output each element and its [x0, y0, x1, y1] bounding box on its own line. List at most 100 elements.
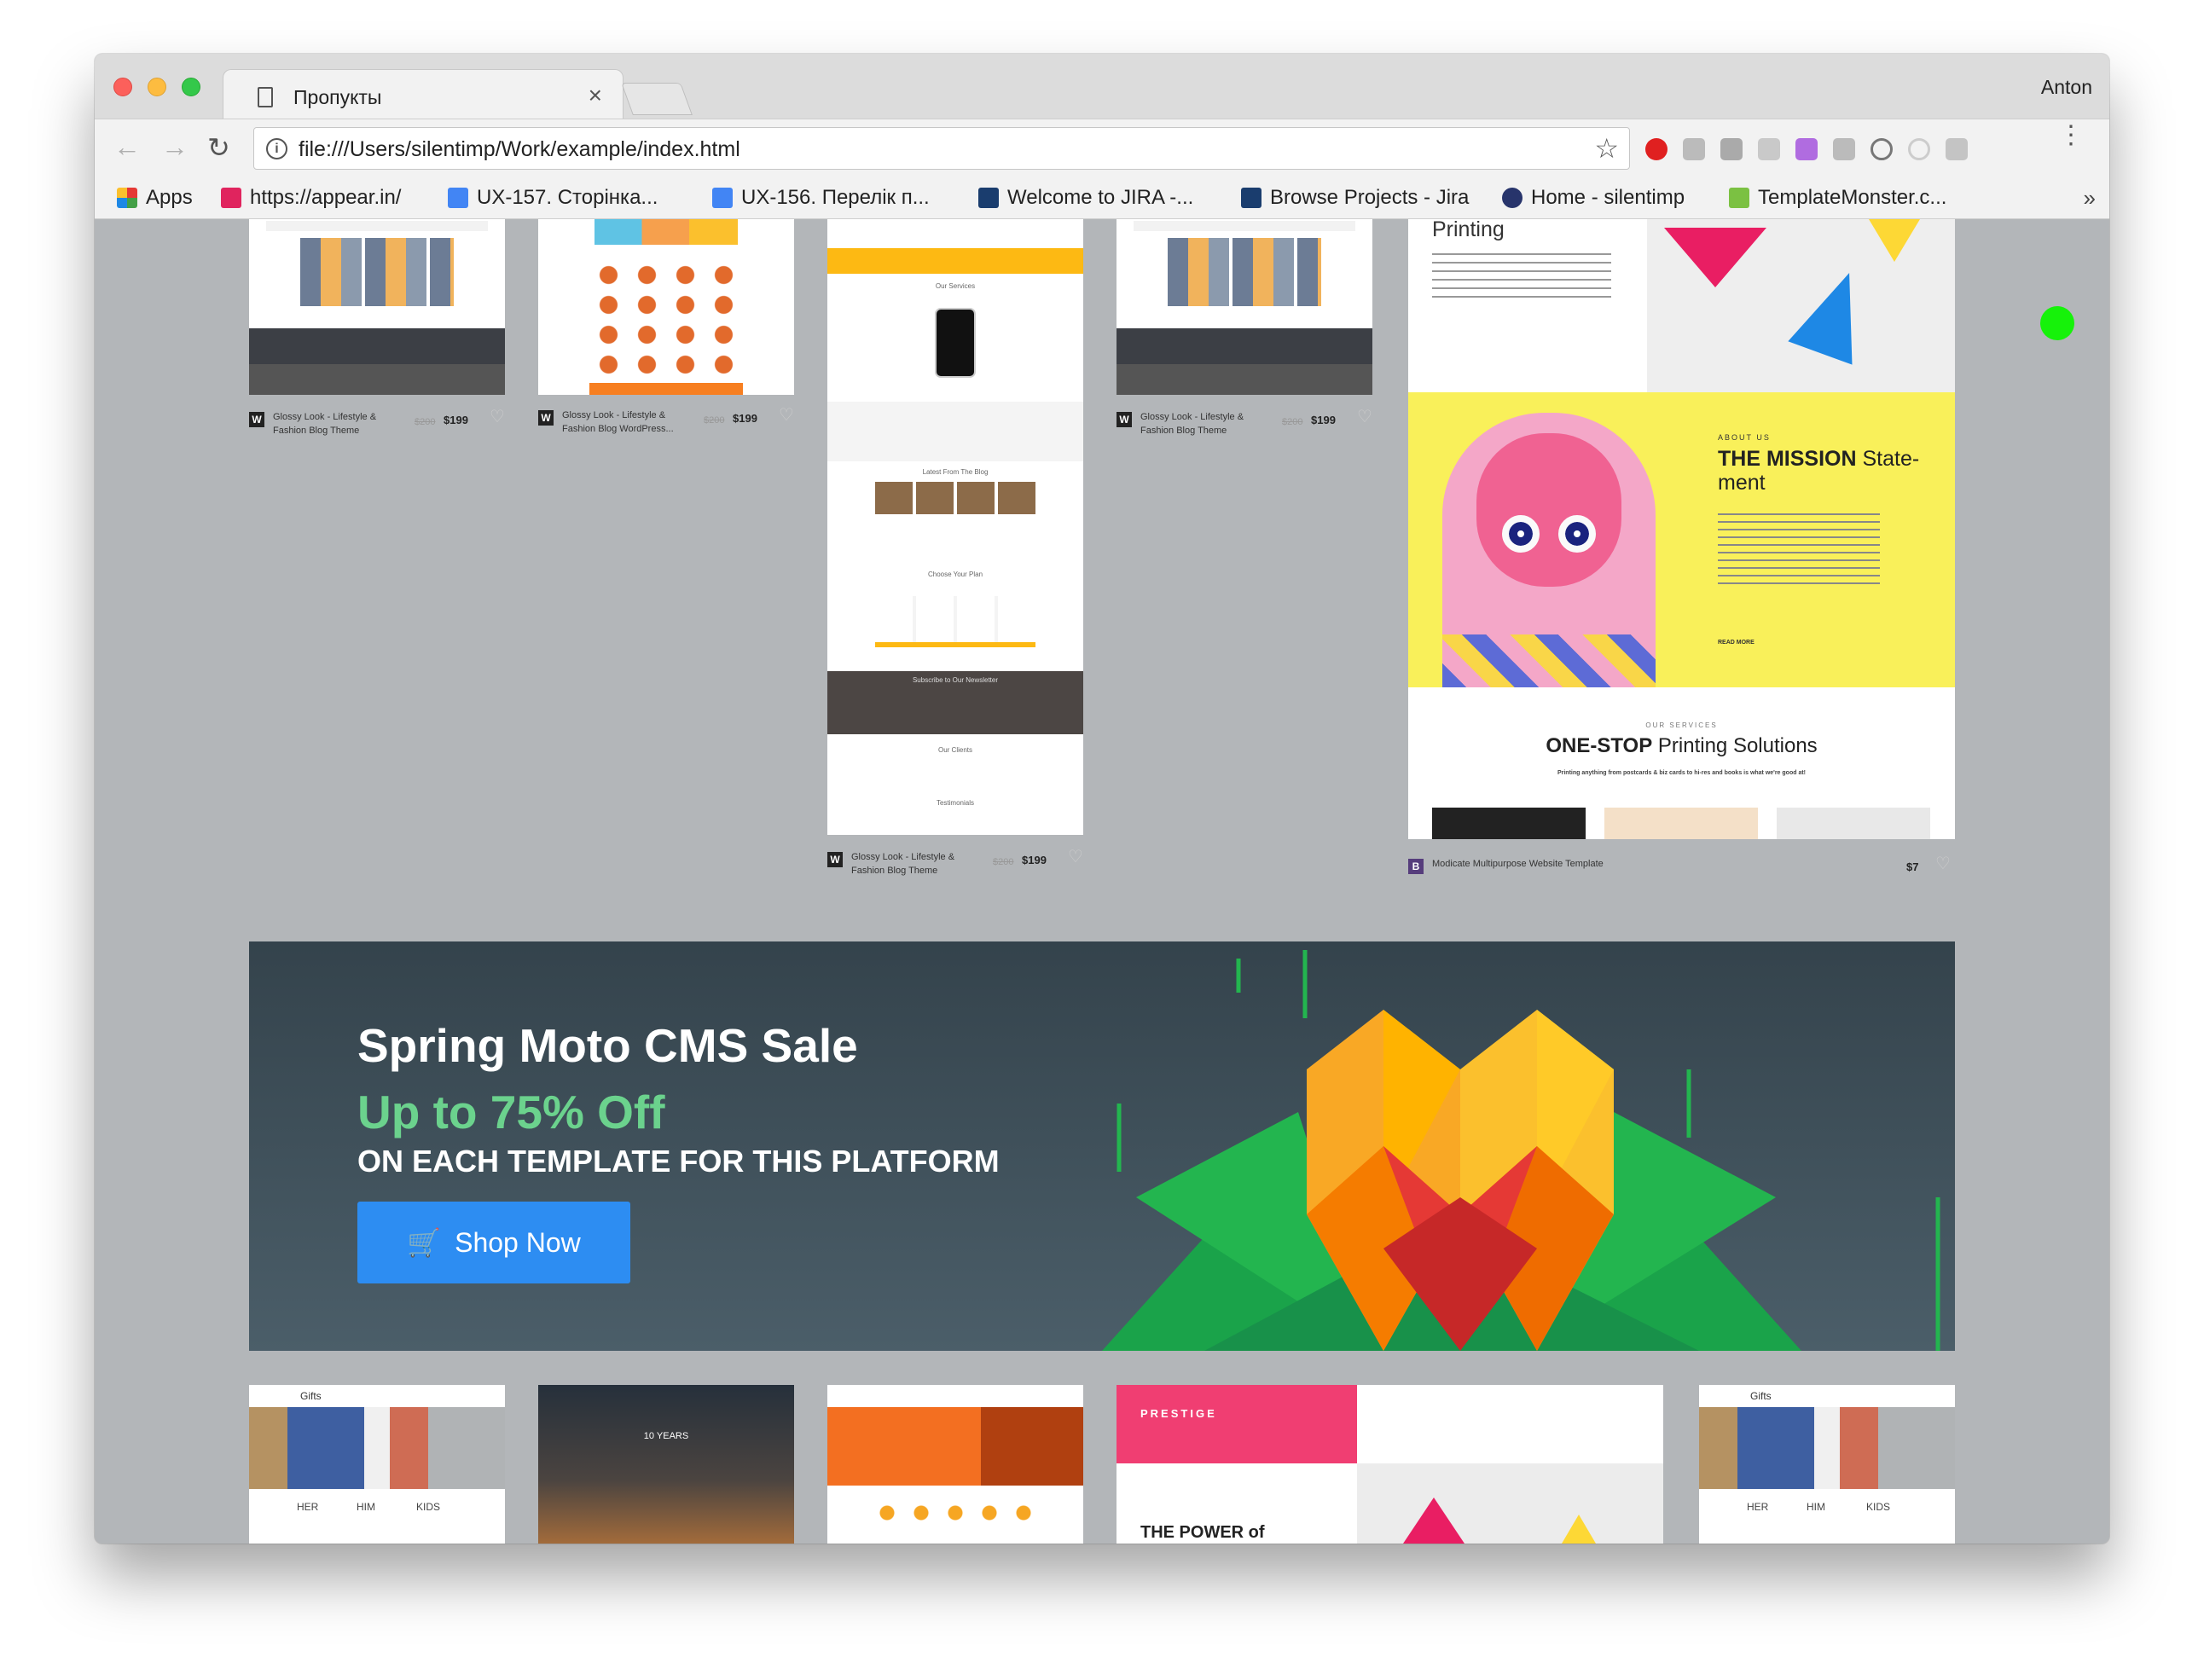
featured-template-preview[interactable]: Printing ABOUT US THE MISSION State-ment… — [1408, 219, 1955, 839]
product-name[interactable]: Glossy Look - Lifestyle & Fashion Blog T… — [273, 410, 392, 437]
new-tab-button[interactable] — [621, 83, 693, 115]
mission-section: ABOUT US THE MISSION State-ment READ MOR… — [1408, 392, 1955, 687]
info-icon[interactable]: i — [266, 138, 287, 159]
template-thumbnail[interactable] — [827, 1385, 1083, 1544]
tab-title: Пропукты — [293, 86, 382, 108]
product-name[interactable]: Glossy Look - Lifestyle & Fashion Blog T… — [851, 850, 971, 878]
font-extension-icon[interactable] — [1758, 138, 1780, 160]
bootstrap-logo-icon: B — [1408, 859, 1424, 874]
templatemonster-icon — [1729, 188, 1749, 208]
gift-category-kids: KIDS — [1866, 1501, 1891, 1513]
thumbnail-section-title: Testimonials — [936, 799, 974, 807]
more-bookmarks-icon[interactable]: » — [2084, 185, 2096, 211]
wordpress-logo-icon: W — [249, 412, 264, 427]
extension-icon[interactable] — [1683, 138, 1705, 160]
bookmark-ux-156[interactable]: UX-156. Перелік п... — [712, 185, 930, 211]
back-icon[interactable]: ← — [113, 131, 141, 163]
template-thumbnail[interactable] — [1116, 219, 1372, 395]
bookmark-star-icon[interactable]: ☆ — [1594, 132, 1619, 165]
banner-subtitle: ON EACH TEMPLATE FOR THIS PLATFORM — [357, 1144, 1000, 1179]
template-thumbnail-tall[interactable]: Our Services Latest From The Blog Choose… — [827, 219, 1083, 835]
forward-icon[interactable]: → — [161, 131, 188, 163]
thumbnail-pricing-table — [875, 596, 1035, 647]
color-extension-icon[interactable] — [1795, 138, 1818, 160]
react-devtools-icon[interactable] — [1870, 138, 1893, 160]
power-heading: THE POWER of — [1140, 1523, 1265, 1542]
toolbar: ← → ↻ i file:///Users/silentimp/Work/exa… — [95, 119, 2109, 175]
product-meta: W Glossy Look - Lifestyle & Fashion Blog… — [538, 407, 794, 437]
bookmark-templatemonster[interactable]: TemplateMonster.c... — [1729, 185, 1946, 211]
product-name[interactable]: Glossy Look - Lifestyle & Fashion Blog W… — [562, 408, 682, 436]
home-icon — [1502, 188, 1522, 208]
bookmark-ux-157[interactable]: UX-157. Сторінка... — [448, 185, 658, 211]
dropbox-extension-icon[interactable] — [1720, 138, 1743, 160]
status-dot — [2040, 306, 2074, 340]
heart-icon[interactable]: ♡ — [779, 407, 794, 424]
minimize-window-button[interactable] — [148, 78, 166, 96]
page-icon — [258, 87, 273, 107]
url-text[interactable]: file:///Users/silentimp/Work/example/ind… — [299, 137, 740, 162]
adblock-extension-icon[interactable] — [1645, 138, 1668, 160]
browser-window: Пропукты × Anton ← → ↻ i file:///Users/s… — [95, 54, 2109, 1544]
product-price: $199 — [1022, 854, 1047, 866]
heart-icon[interactable]: ♡ — [1068, 849, 1083, 866]
shop-now-button[interactable]: 🛒 Shop Now — [357, 1202, 630, 1283]
old-price: $200 — [415, 417, 436, 427]
template-thumbnail[interactable]: Gifts HER HIM KIDS — [249, 1385, 505, 1544]
thumbnail-grid-image — [300, 238, 454, 306]
template-thumbnail[interactable]: PRESTIGE THE POWER of — [1116, 1385, 1663, 1544]
product-price: $199 — [1311, 414, 1336, 426]
bookmark-apps[interactable]: Apps — [117, 185, 193, 211]
wordpress-logo-icon: W — [827, 852, 843, 867]
address-bar[interactable]: i file:///Users/silentimp/Work/example/i… — [253, 127, 1630, 170]
screen-extension-icon[interactable] — [1833, 138, 1855, 160]
product-meta: B Modicate Multipurpose Website Template… — [1408, 855, 1955, 878]
product-name[interactable]: Modicate Multipurpose Website Template — [1432, 857, 1688, 871]
browser-menu-icon[interactable]: ⋮ — [2058, 123, 2084, 148]
bookmark-jira-welcome[interactable]: Welcome to JIRA -... — [978, 185, 1193, 211]
heart-icon[interactable]: ♡ — [1357, 408, 1372, 426]
template-thumbnail[interactable] — [538, 219, 794, 395]
template-thumbnail[interactable] — [249, 219, 505, 395]
browser-tab[interactable]: Пропукты × — [223, 69, 624, 120]
thumbnail-banner-image — [249, 328, 505, 364]
thumbnail-hero-image — [249, 1407, 505, 1489]
thumbnail-section-title: Choose Your Plan — [927, 571, 983, 578]
close-tab-icon[interactable]: × — [589, 82, 602, 109]
heart-icon[interactable]: ♡ — [1935, 855, 1951, 872]
bookmark-home-silentimp[interactable]: Home - silentimp — [1502, 185, 1685, 211]
pocket-extension-icon[interactable] — [1946, 138, 1968, 160]
bookmark-appear-in[interactable]: https://appear.in/ — [221, 185, 401, 211]
service-image-3 — [1777, 808, 1930, 839]
apps-grid-icon — [117, 188, 137, 208]
onestop-heading: ONE-STOP Printing Solutions — [1546, 734, 1818, 757]
close-window-button[interactable] — [113, 78, 132, 96]
product-name[interactable]: Glossy Look - Lifestyle & Fashion Blog T… — [1140, 410, 1260, 437]
thumbnail-footer — [1116, 364, 1372, 395]
google-docs-icon — [712, 188, 733, 208]
bookmark-jira-projects[interactable]: Browse Projects - Jira — [1241, 185, 1469, 211]
mission-body-text — [1718, 513, 1880, 590]
heart-icon[interactable]: ♡ — [490, 408, 505, 426]
prestige-logo: PRESTIGE — [1140, 1407, 1217, 1420]
banner-title: Spring Moto CMS Sale — [357, 1019, 858, 1072]
profile-name[interactable]: Anton — [2041, 76, 2092, 99]
template-thumbnail[interactable]: 10 YEARS — [538, 1385, 794, 1544]
reload-icon[interactable]: ↻ — [207, 131, 230, 164]
cart-icon: 🛒 — [407, 1227, 442, 1258]
gift-category-her: HER — [297, 1501, 319, 1513]
our-services-label: OUR SERVICES — [1645, 721, 1718, 729]
zoom-window-button[interactable] — [182, 78, 200, 96]
template-thumbnail[interactable]: Gifts HER HIM KIDS — [1699, 1385, 1955, 1544]
gift-category-kids: KIDS — [416, 1501, 441, 1513]
about-us-label: ABOUT US — [1718, 433, 1771, 442]
printing-body-text — [1432, 253, 1611, 304]
thumbnail-header — [266, 221, 488, 231]
target-extension-icon[interactable] — [1908, 138, 1930, 160]
thumbnail-stats-bar — [827, 248, 1083, 274]
jira-icon — [1241, 188, 1262, 208]
gift-category-him: HIM — [1807, 1501, 1825, 1513]
old-price: $200 — [1282, 417, 1303, 427]
read-more-link[interactable]: READ MORE — [1718, 640, 1754, 646]
thumbnail-promo-tiles — [594, 219, 738, 245]
